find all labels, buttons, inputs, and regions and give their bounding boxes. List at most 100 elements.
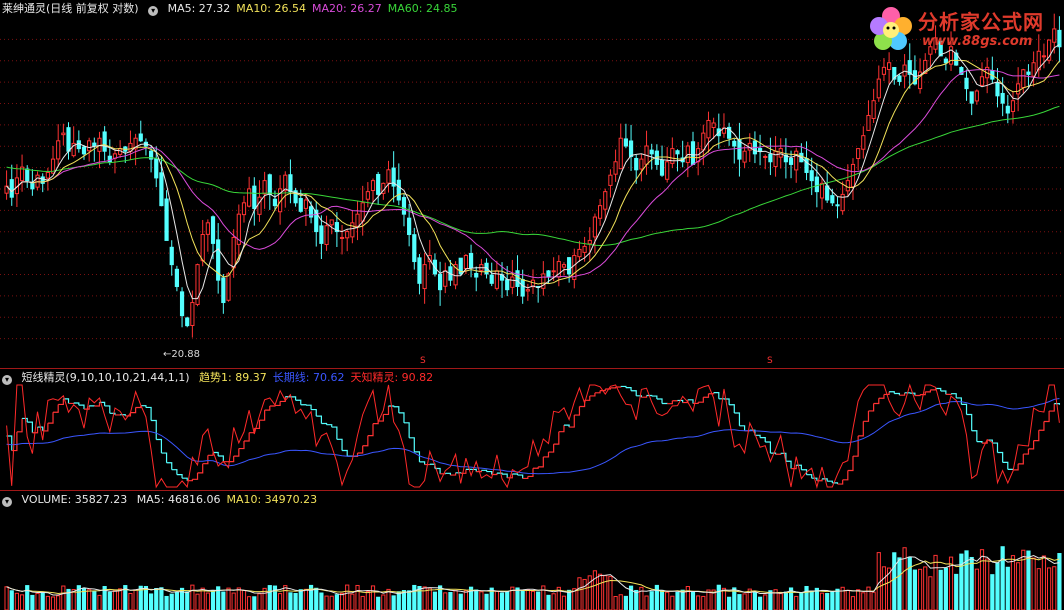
trend-step — [517, 474, 524, 479]
volume-bar-down — [809, 590, 814, 610]
candle-down — [154, 158, 159, 179]
volume-bar-up — [928, 576, 933, 610]
volume-bar-up — [974, 568, 979, 610]
candle-up — [386, 169, 391, 184]
volume-bar-down — [680, 589, 685, 610]
candle-up — [613, 161, 618, 175]
volume-bar-up — [618, 594, 623, 610]
volume-bar-up — [850, 596, 856, 610]
volume-bar-up — [1036, 568, 1041, 610]
volume-bar-up — [241, 589, 247, 610]
candle-up — [577, 248, 582, 258]
price-chart[interactable] — [0, 0, 1064, 368]
trend-step — [78, 404, 85, 410]
candle-down — [520, 279, 525, 297]
volume-bar-down — [1000, 546, 1005, 610]
candle-down — [1057, 29, 1062, 48]
oscillator-panel[interactable]: ▾ 短线精灵(9,10,10,10,21,44,1,1) 趋势1: 89.37 长… — [0, 369, 1064, 490]
candle-up — [866, 114, 871, 131]
chevron-down-icon[interactable]: ▾ — [2, 497, 12, 507]
trend-step — [502, 473, 508, 478]
volume-panel[interactable]: ▾ VOLUME: 35827.23 MA5: 46816.06 MA10: 34… — [0, 491, 1064, 610]
trend-step — [899, 392, 906, 396]
candle-up — [861, 135, 866, 150]
candle-up — [1021, 69, 1026, 89]
trend-step — [729, 404, 735, 413]
trend-step — [104, 405, 111, 414]
volume-bar-down — [783, 591, 788, 610]
volume-bar-up — [61, 585, 66, 610]
trend-step — [770, 452, 777, 455]
trend-step — [357, 445, 364, 454]
volume-bar-down — [546, 594, 551, 610]
trend-step — [243, 432, 250, 442]
volume-bar-down — [727, 596, 732, 610]
chevron-down-icon[interactable]: ▾ — [148, 6, 159, 16]
price-panel[interactable]: 莱绅通灵(日线 前复权 对数) ▾ MA5: 27.32 MA10: 26.54 M… — [0, 0, 1064, 368]
volume-bar-up — [794, 595, 799, 610]
trend-step — [873, 398, 880, 405]
volume-chart[interactable] — [0, 491, 1064, 610]
trend-step — [161, 452, 168, 463]
candle-down — [417, 257, 422, 284]
candle-down — [407, 217, 412, 236]
volume-bar-up — [613, 595, 618, 610]
candle-down — [221, 277, 226, 304]
trend-step — [398, 412, 405, 423]
vol-readout-1: MA10: 34970.23 — [226, 493, 318, 506]
trend-step — [429, 463, 436, 469]
volume-bar-down — [401, 590, 407, 610]
candle-down — [690, 141, 696, 165]
chevron-down-icon[interactable]: ▾ — [2, 375, 12, 385]
candle-up — [257, 196, 262, 215]
volume-bar-up — [112, 590, 118, 610]
candle-up — [819, 182, 825, 199]
volume-bar-up — [56, 595, 61, 610]
volume-bar-down — [907, 556, 912, 610]
trend-step — [538, 456, 544, 468]
logo-text: 分析家公式网 — [918, 10, 1044, 34]
volume-bar-down — [221, 591, 226, 610]
trend-step — [563, 424, 570, 428]
volume-bar-up — [985, 558, 990, 610]
candle-down — [649, 149, 654, 155]
volume-bar-up — [603, 575, 608, 610]
volume-bar-down — [484, 593, 489, 610]
volume-bar-down — [92, 591, 97, 610]
candle-down — [81, 146, 87, 155]
candle-up — [582, 245, 587, 253]
volume-bar-up — [644, 595, 649, 610]
ma-readouts: MA5: 27.32 MA10: 26.54 MA20: 26.27 MA60: 24… — [168, 2, 464, 15]
candle-up — [979, 76, 985, 86]
volume-bar-up — [350, 593, 355, 610]
trend-step — [703, 393, 710, 398]
trend-step — [945, 393, 952, 395]
volume-bar-down — [298, 589, 303, 610]
candle-down — [804, 157, 809, 173]
volume-bar-down — [40, 592, 45, 610]
candle-down — [835, 204, 840, 207]
volume-bar-up — [819, 592, 825, 610]
volume-bar-up — [577, 577, 582, 610]
volume-bar-up — [247, 596, 252, 610]
trend-step — [656, 398, 663, 404]
volume-bar-down — [943, 567, 948, 610]
sell-marker-1: S — [420, 356, 426, 366]
trend-step — [589, 392, 596, 397]
volume-bar-up — [701, 595, 706, 610]
candle-up — [1041, 55, 1047, 58]
candle-down — [628, 140, 634, 157]
volume-bar-down — [737, 594, 742, 610]
candle-up — [871, 100, 876, 119]
oscillator-chart[interactable] — [0, 369, 1064, 490]
osc-readout-1: 长期线: 70.62 — [272, 371, 345, 384]
trend-step — [22, 417, 28, 423]
trend-step — [543, 452, 550, 458]
trend-step — [852, 435, 859, 457]
volume-bar-down — [716, 584, 721, 610]
trend-step — [760, 436, 766, 442]
candle-down — [768, 153, 773, 163]
volume-readouts: MA5: 46816.06 MA10: 34970.23 — [137, 493, 323, 506]
volume-bar-up — [861, 592, 866, 610]
candle-up — [231, 236, 236, 269]
